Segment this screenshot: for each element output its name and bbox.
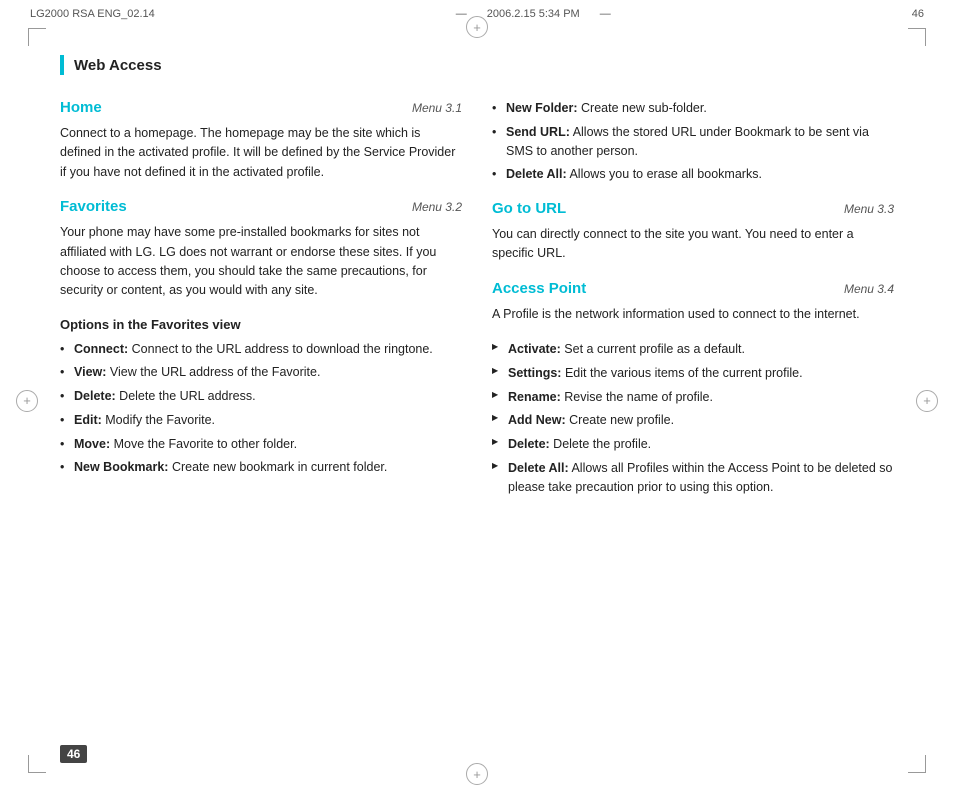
list-item: Move: Move the Favorite to other folder.	[60, 435, 462, 454]
gotourl-title: Go to URL	[492, 200, 566, 217]
list-item: View: View the URL address of the Favori…	[60, 363, 462, 382]
crop-mark-tr	[908, 28, 926, 46]
favorites-menu-number: Menu 3.2	[412, 200, 462, 214]
top-bar-right: 46	[912, 8, 924, 20]
favorites-title: Favorites	[60, 198, 127, 215]
crop-mark-tl	[28, 28, 46, 46]
reg-circle-left	[16, 390, 38, 412]
list-item: Delete All: Allows all Profiles within t…	[492, 459, 894, 497]
list-item: Delete: Delete the profile.	[492, 435, 894, 454]
section-title: Web Access	[74, 57, 162, 74]
option-connect-text: Connect to the URL address to download t…	[132, 342, 433, 356]
list-item: Delete: Delete the URL address.	[60, 387, 462, 406]
gotourl-menu-number: Menu 3.3	[844, 202, 894, 216]
right-top-bullets: New Folder: Create new sub-folder. Send …	[492, 99, 894, 184]
list-item: Send URL: Allows the stored URL under Bo…	[492, 123, 894, 161]
top-bar: LG2000 RSA ENG_02.14 — 2006.2.15 5:34 PM…	[30, 8, 924, 20]
reg-circle-bottom	[466, 763, 488, 785]
two-column-layout: Home Menu 3.1 Connect to a homepage. The…	[60, 99, 894, 506]
deleteall-fav-label: Delete All:	[506, 167, 567, 181]
settings-text: Edit the various items of the current pr…	[565, 366, 803, 380]
delete-text: Delete the profile.	[553, 437, 651, 451]
list-item: Settings: Edit the various items of the …	[492, 364, 894, 383]
title-accent	[60, 55, 64, 75]
page-number: 46	[60, 745, 87, 763]
list-item: New Folder: Create new sub-folder.	[492, 99, 894, 118]
newfolder-label: New Folder:	[506, 101, 578, 115]
newfolder-text: Create new sub-folder.	[581, 101, 707, 115]
activate-text: Set a current profile as a default.	[564, 342, 745, 356]
favorites-heading: Favorites Menu 3.2	[60, 198, 462, 215]
sendurl-label: Send URL:	[506, 125, 570, 139]
addnew-label: Add New:	[508, 413, 566, 427]
list-item: Edit: Modify the Favorite.	[60, 411, 462, 430]
options-list: Connect: Connect to the URL address to d…	[60, 340, 462, 478]
activate-label: Activate:	[508, 342, 561, 356]
section-title-bar: Web Access	[60, 55, 894, 75]
home-heading: Home Menu 3.1	[60, 99, 462, 116]
gotourl-body: You can directly connect to the site you…	[492, 225, 894, 264]
rename-label: Rename:	[508, 390, 561, 404]
option-delete-text: Delete the URL address.	[119, 389, 255, 403]
list-item: Delete All: Allows you to erase all book…	[492, 165, 894, 184]
option-edit-text: Modify the Favorite.	[105, 413, 215, 427]
home-title: Home	[60, 99, 102, 116]
gotourl-heading: Go to URL Menu 3.3	[492, 200, 894, 217]
option-connect-label: Connect:	[74, 342, 128, 356]
crop-mark-br	[908, 755, 926, 773]
option-move-label: Move:	[74, 437, 110, 451]
option-view-text: View the URL address of the Favorite.	[110, 365, 321, 379]
addnew-text: Create new profile.	[569, 413, 674, 427]
option-newbookmark-text: Create new bookmark in current folder.	[172, 460, 387, 474]
top-bar-dash-left: —	[456, 8, 467, 20]
page-wrapper: LG2000 RSA ENG_02.14 — 2006.2.15 5:34 PM…	[0, 0, 954, 801]
right-column: New Folder: Create new sub-folder. Send …	[492, 99, 894, 506]
top-bar-center: — 2006.2.15 5:34 PM —	[456, 8, 611, 20]
home-menu-number: Menu 3.1	[412, 101, 462, 115]
delete-label: Delete:	[508, 437, 550, 451]
list-item: Activate: Set a current profile as a def…	[492, 340, 894, 359]
main-content: Web Access Home Menu 3.1 Connect to a ho…	[60, 55, 894, 746]
deleteall-access-label: Delete All:	[508, 461, 569, 475]
list-item: New Bookmark: Create new bookmark in cur…	[60, 458, 462, 477]
settings-label: Settings:	[508, 366, 561, 380]
accesspoint-menu-number: Menu 3.4	[844, 282, 894, 296]
options-heading: Options in the Favorites view	[60, 317, 462, 332]
option-view-label: View:	[74, 365, 106, 379]
option-newbookmark-label: New Bookmark:	[74, 460, 168, 474]
accesspoint-heading: Access Point Menu 3.4	[492, 280, 894, 297]
home-body: Connect to a homepage. The homepage may …	[60, 124, 462, 182]
list-item: Connect: Connect to the URL address to d…	[60, 340, 462, 359]
access-list: Activate: Set a current profile as a def…	[492, 340, 894, 496]
top-bar-left: LG2000 RSA ENG_02.14	[30, 8, 155, 20]
top-bar-dash-right: —	[600, 8, 611, 20]
left-column: Home Menu 3.1 Connect to a homepage. The…	[60, 99, 462, 506]
favorites-body: Your phone may have some pre-installed b…	[60, 223, 462, 301]
option-delete-label: Delete:	[74, 389, 116, 403]
list-item: Rename: Revise the name of profile.	[492, 388, 894, 407]
accesspoint-body: A Profile is the network information use…	[492, 305, 894, 324]
list-item: Add New: Create new profile.	[492, 411, 894, 430]
top-bar-date: 2006.2.15 5:34 PM	[487, 8, 580, 20]
option-edit-label: Edit:	[74, 413, 102, 427]
deleteall-fav-text: Allows you to erase all bookmarks.	[569, 167, 761, 181]
rename-text: Revise the name of profile.	[564, 390, 713, 404]
option-move-text: Move the Favorite to other folder.	[114, 437, 297, 451]
crop-mark-bl	[28, 755, 46, 773]
reg-circle-right	[916, 390, 938, 412]
accesspoint-title: Access Point	[492, 280, 586, 297]
